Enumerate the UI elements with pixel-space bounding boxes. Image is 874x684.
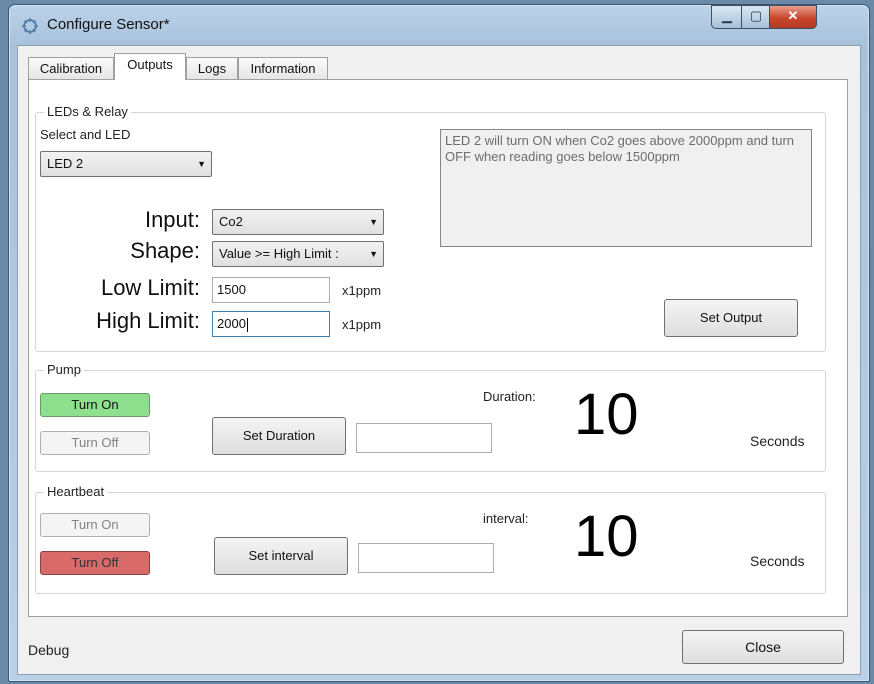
configure-sensor-window: Configure Sensor* ▁ ▢ ✕ Calibration Outp… [8, 4, 870, 682]
maximize-button[interactable]: ▢ [741, 5, 771, 29]
leds-relay-group-label: LEDs & Relay [44, 104, 131, 119]
dropdown-arrow-icon: ▼ [369, 249, 378, 259]
led-select[interactable]: LED 2 ▼ [40, 151, 212, 177]
text-caret [246, 317, 248, 332]
heartbeat-turn-on-button[interactable]: Turn On [40, 513, 150, 537]
debug-label: Debug [28, 642, 70, 658]
high-limit-value: 2000 [217, 316, 246, 331]
duration-input[interactable] [356, 423, 492, 453]
set-duration-button[interactable]: Set Duration [212, 417, 346, 455]
tab-information[interactable]: Information [238, 57, 328, 79]
close-window-button[interactable]: ✕ [769, 5, 817, 29]
minimize-icon: ▁ [722, 8, 732, 23]
close-icon: ✕ [787, 8, 799, 23]
led-description-box[interactable]: LED 2 will turn ON when Co2 goes above 2… [440, 129, 812, 247]
close-button[interactable]: Close [682, 630, 844, 664]
duration-value: 10 [574, 382, 639, 447]
pump-group-label: Pump [44, 362, 84, 377]
title-bar[interactable]: Configure Sensor* ▁ ▢ ✕ [9, 5, 869, 45]
interval-value: 10 [574, 504, 639, 569]
input-select-value: Co2 [219, 214, 243, 229]
tab-calibration[interactable]: Calibration [28, 57, 114, 79]
heartbeat-group: Heartbeat Turn On Turn Off Set interval … [35, 484, 826, 594]
leds-relay-group: LEDs & Relay Select and LED LED 2 ▼ Inpu… [35, 104, 826, 352]
pump-group: Pump Turn On Turn Off Set Duration Durat… [35, 362, 826, 472]
dropdown-arrow-icon: ▼ [197, 159, 206, 169]
minimize-button[interactable]: ▁ [711, 5, 743, 29]
dropdown-arrow-icon: ▼ [369, 217, 378, 227]
interval-input[interactable] [358, 543, 494, 573]
high-limit-label: High Limit: [96, 308, 200, 333]
set-interval-button[interactable]: Set interval [214, 537, 348, 575]
low-limit-label: Low Limit: [100, 275, 200, 300]
high-limit-unit: x1ppm [342, 317, 382, 332]
led-select-value: LED 2 [47, 156, 84, 171]
maximize-icon: ▢ [749, 8, 763, 23]
shape-select[interactable]: Value >= High Limit : ▼ [212, 241, 384, 267]
set-output-button[interactable]: Set Output [664, 299, 798, 337]
pump-turn-off-button[interactable]: Turn Off [40, 431, 150, 455]
heartbeat-turn-off-button[interactable]: Turn Off [40, 551, 150, 575]
low-limit-unit: x1ppm [342, 283, 382, 298]
low-limit-input[interactable]: 1500 [212, 277, 330, 303]
outputs-tab-page: LEDs & Relay Select and LED LED 2 ▼ Inpu… [28, 79, 848, 617]
pump-turn-on-button[interactable]: Turn On [40, 393, 150, 417]
duration-unit: Seconds [750, 433, 805, 449]
interval-label: interval: [483, 511, 529, 526]
shape-select-value: Value >= High Limit : [219, 246, 339, 261]
window-title: Configure Sensor* [47, 16, 170, 33]
sensor-app-icon [22, 18, 38, 34]
duration-label: Duration: [483, 389, 536, 404]
shape-label: Shape: [130, 238, 200, 263]
dialog-client-area: Calibration Outputs Logs Information LED… [17, 45, 861, 675]
input-label: Input: [144, 207, 200, 232]
high-limit-input[interactable]: 2000 [212, 311, 330, 337]
interval-unit: Seconds [750, 553, 805, 569]
heartbeat-group-label: Heartbeat [44, 484, 108, 499]
select-led-label: Select and LED [40, 127, 131, 142]
tab-outputs[interactable]: Outputs [114, 53, 186, 80]
tab-logs[interactable]: Logs [186, 57, 238, 79]
input-select[interactable]: Co2 ▼ [212, 209, 384, 235]
